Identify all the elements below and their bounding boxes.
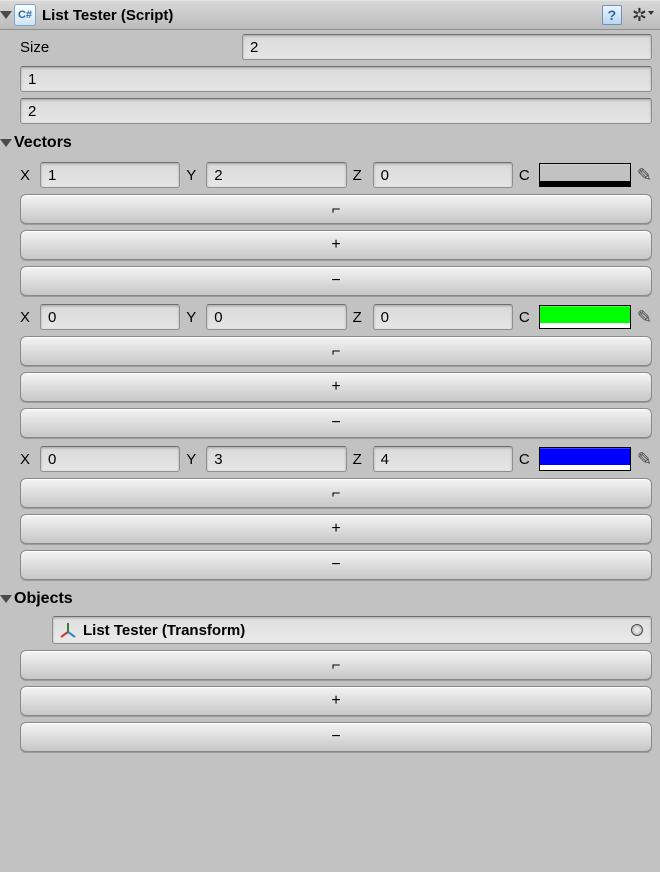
size-item-0-input[interactable] [28, 67, 644, 91]
help-icon[interactable]: ? [602, 5, 622, 25]
add-button[interactable]: + [20, 230, 652, 260]
vec2-y-field[interactable] [206, 446, 346, 472]
size-label: Size [20, 39, 242, 56]
y-label: Y [186, 167, 200, 184]
component-header[interactable]: C# List Tester (Script) ? ✲ [0, 0, 660, 30]
eyedropper-icon[interactable]: ✎ [637, 449, 652, 470]
remove-button[interactable]: − [20, 550, 652, 580]
eyedropper-icon[interactable]: ✎ [637, 307, 652, 328]
size-item-0[interactable] [20, 66, 652, 92]
transform-icon [59, 621, 77, 639]
vector-row: X Y Z C ✎ [0, 304, 660, 330]
vec0-color-swatch[interactable] [539, 163, 631, 187]
add-button[interactable]: + [20, 514, 652, 544]
foldout-icon[interactable] [0, 11, 12, 19]
vec2-color-swatch[interactable] [539, 447, 631, 471]
object-label: List Tester (Transform) [83, 622, 245, 639]
vec2-x-field[interactable] [40, 446, 180, 472]
duplicate-button[interactable]: ⌐ [20, 650, 652, 680]
c-label: C [519, 309, 533, 326]
csharp-script-icon: C# [14, 4, 36, 26]
duplicate-button[interactable]: ⌐ [20, 336, 652, 366]
add-button[interactable]: + [20, 686, 652, 716]
duplicate-button[interactable]: ⌐ [20, 478, 652, 508]
add-button[interactable]: + [20, 372, 652, 402]
c-label: C [519, 451, 533, 468]
vec0-x-field[interactable] [40, 162, 180, 188]
size-item-row [0, 98, 660, 124]
duplicate-button[interactable]: ⌐ [20, 194, 652, 224]
vector-row: X Y Z C ✎ [0, 446, 660, 472]
foldout-icon[interactable] [0, 139, 12, 147]
gear-icon[interactable]: ✲ [632, 5, 654, 26]
vec1-y-field[interactable] [206, 304, 346, 330]
objects-section-header[interactable]: Objects [0, 588, 660, 610]
c-label: C [519, 167, 533, 184]
x-label: X [20, 451, 34, 468]
z-label: Z [353, 309, 367, 326]
object-picker-icon[interactable] [631, 624, 643, 636]
vec1-color-swatch[interactable] [539, 305, 631, 329]
z-label: Z [353, 451, 367, 468]
vec0-y-field[interactable] [206, 162, 346, 188]
vectors-section-header[interactable]: Vectors [0, 132, 660, 154]
y-label: Y [186, 309, 200, 326]
size-item-1-input[interactable] [28, 99, 644, 123]
y-label: Y [186, 451, 200, 468]
size-item-1[interactable] [20, 98, 652, 124]
vec1-z-field[interactable] [373, 304, 513, 330]
chevron-down-icon [648, 11, 654, 15]
remove-button[interactable]: − [20, 722, 652, 752]
remove-button[interactable]: − [20, 266, 652, 296]
x-label: X [20, 167, 34, 184]
size-field[interactable] [242, 34, 652, 60]
object-reference-field[interactable]: List Tester (Transform) [52, 616, 652, 644]
vectors-title: Vectors [14, 134, 72, 152]
size-item-row [0, 66, 660, 92]
vector-row: X Y Z C ✎ [0, 162, 660, 188]
z-label: Z [353, 167, 367, 184]
x-label: X [20, 309, 34, 326]
vec1-x-field[interactable] [40, 304, 180, 330]
size-input[interactable] [250, 35, 644, 59]
vec0-z-field[interactable] [373, 162, 513, 188]
vec2-z-field[interactable] [373, 446, 513, 472]
component-title: List Tester (Script) [42, 7, 602, 24]
size-row: Size [0, 34, 660, 60]
foldout-icon[interactable] [0, 595, 12, 603]
objects-title: Objects [14, 590, 73, 608]
eyedropper-icon[interactable]: ✎ [637, 165, 652, 186]
remove-button[interactable]: − [20, 408, 652, 438]
